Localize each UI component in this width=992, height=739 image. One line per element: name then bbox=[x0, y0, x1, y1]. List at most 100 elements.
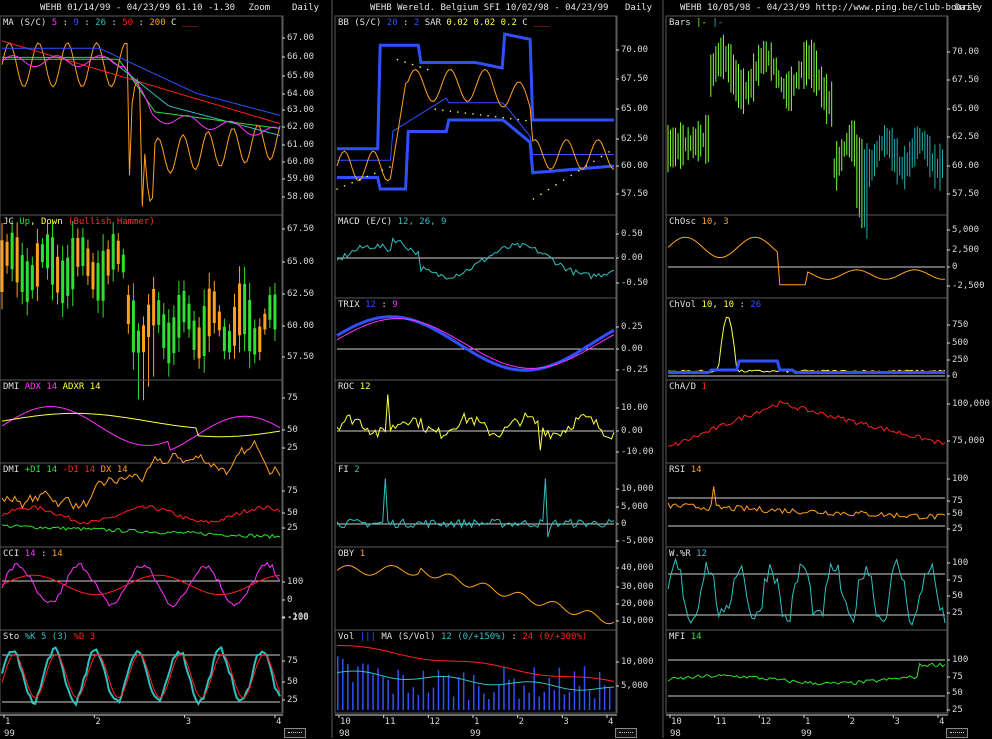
y-tick-label: 65.00 bbox=[952, 104, 980, 114]
volume-bar bbox=[548, 677, 551, 710]
panel-title-part: 14 bbox=[51, 549, 63, 559]
candle-body bbox=[192, 320, 196, 351]
panel-title-cci: CCI 14 : 14 bbox=[3, 549, 63, 560]
chart-workspace: WEHB 01/14/99 - 04/23/99 61.10 -1.30 Zoo… bbox=[0, 0, 992, 739]
y-tick-label: 100 bbox=[287, 577, 304, 587]
volume-bar bbox=[432, 687, 435, 710]
panel-title-part: Vol bbox=[338, 632, 360, 642]
candle-body bbox=[131, 300, 135, 353]
panel-title-part: CCI bbox=[3, 549, 25, 559]
y-tick-label: 66.00 bbox=[287, 52, 315, 62]
col2-info: Wereld. Belgium SFI 10/02/98 - 04/23/99 bbox=[397, 3, 609, 13]
candle-body bbox=[121, 254, 125, 273]
panel-title-part: 200 bbox=[149, 18, 166, 28]
panel-title-part: 14 bbox=[24, 549, 36, 559]
panel-title-part: 12 bbox=[365, 300, 376, 310]
zoom-button[interactable]: Zoom bbox=[249, 3, 271, 13]
sar-dot bbox=[449, 110, 452, 112]
sar-dot bbox=[555, 184, 557, 186]
panel-title-part: 2 bbox=[354, 465, 360, 475]
panel-title-part: ___ bbox=[527, 18, 550, 28]
col3-period-dropdown[interactable]: Daily bbox=[955, 2, 982, 15]
panel-roc[interactable] bbox=[334, 379, 619, 464]
candle-body bbox=[142, 325, 146, 353]
plus-di-green bbox=[1, 524, 281, 539]
candle-body bbox=[81, 237, 85, 267]
y-tick-label: 30,000 bbox=[621, 582, 654, 592]
panel-wr[interactable] bbox=[665, 546, 950, 631]
sar-dot bbox=[441, 109, 444, 111]
candle-body bbox=[116, 240, 120, 264]
y-tick-label: -10.00 bbox=[621, 447, 654, 457]
volume-bar bbox=[442, 675, 445, 710]
panel-title-part: 0.02 bbox=[468, 18, 496, 28]
y-tick-label: 100,000 bbox=[952, 399, 990, 409]
candle-body bbox=[106, 249, 110, 276]
panel-title-part: 26 bbox=[750, 300, 762, 310]
volume-bar bbox=[583, 666, 586, 710]
col1-info: 01/14/99 - 04/23/99 61.10 -1.30 bbox=[67, 3, 236, 13]
panel-title-part: MFI bbox=[669, 632, 691, 642]
panel-fi[interactable] bbox=[334, 462, 619, 548]
panel-title-part: ChA/D bbox=[669, 382, 702, 392]
panel-jc[interactable] bbox=[0, 214, 285, 401]
panel-bb[interactable] bbox=[334, 15, 619, 216]
panel-title-part: MA (S/C) bbox=[3, 18, 47, 28]
candle-body bbox=[15, 237, 19, 283]
volume-bar bbox=[422, 670, 425, 710]
panel-title-dmi2: DMI +DI 14 -DI 14 DX 14 bbox=[3, 465, 128, 476]
y-tick-label: 70.00 bbox=[621, 45, 649, 55]
volume-bar bbox=[457, 676, 460, 710]
panel-dmi2[interactable] bbox=[0, 439, 285, 548]
volume-bar bbox=[493, 692, 495, 710]
y-tick-label: 75,000 bbox=[952, 436, 985, 446]
col3-scroll-button[interactable] bbox=[946, 728, 968, 738]
y-tick-label: 0.25 bbox=[621, 322, 643, 332]
sar-dot bbox=[540, 193, 542, 196]
panel-mfi[interactable] bbox=[665, 629, 950, 714]
col1-scroll-button[interactable] bbox=[284, 728, 306, 738]
y-tick-label: 60.00 bbox=[621, 161, 649, 171]
panel-bars[interactable] bbox=[665, 15, 950, 239]
y-tick-label: 10.00 bbox=[621, 403, 649, 413]
y-tick-label: 75 bbox=[952, 496, 963, 506]
y-tick-label: 10,000 bbox=[621, 616, 654, 626]
candle-body bbox=[253, 328, 257, 355]
sar-dot bbox=[404, 61, 406, 63]
y-tick-label: 0.00 bbox=[621, 253, 643, 263]
panel-oby[interactable] bbox=[334, 546, 619, 631]
y-tick-label: 40,000 bbox=[621, 563, 654, 573]
panel-title-part: DX 14 bbox=[100, 465, 128, 475]
col2-scroll-button[interactable] bbox=[615, 728, 637, 738]
macd-cyan bbox=[336, 237, 615, 280]
panel-title-part: 10, 3 bbox=[701, 217, 729, 227]
x-tick-label: 10 bbox=[340, 717, 351, 727]
candle-body bbox=[177, 295, 181, 338]
rsi-orange bbox=[667, 486, 946, 520]
y-tick-label: 0 bbox=[287, 595, 293, 605]
volume-bar bbox=[608, 687, 611, 710]
candle-body bbox=[217, 311, 221, 331]
y-tick-label: 67.50 bbox=[621, 74, 649, 84]
panel-title-part: : bbox=[78, 18, 96, 28]
volume-bar bbox=[588, 690, 591, 710]
candle-body bbox=[30, 265, 34, 291]
y-tick-label: 5,000 bbox=[621, 502, 649, 512]
panel-title-ma: MA (S/C) 5 : 9 : 26 : 50 : 200 C ___ bbox=[3, 18, 198, 29]
col2-symbol: WEHB bbox=[370, 3, 392, 13]
col2-period-dropdown[interactable]: Daily bbox=[625, 2, 652, 15]
candle-body bbox=[136, 330, 140, 353]
chosc-orange bbox=[667, 236, 945, 286]
col2-header: WEHB Wereld. Belgium SFI 10/02/98 - 04/2… bbox=[370, 0, 608, 16]
panel-ma[interactable] bbox=[0, 15, 285, 216]
panel-chad[interactable] bbox=[665, 379, 950, 464]
fi-cyan bbox=[336, 478, 615, 538]
col1-period-dropdown[interactable]: Daily bbox=[292, 2, 319, 15]
panel-rsi[interactable] bbox=[665, 462, 950, 548]
sar-dot bbox=[472, 113, 474, 115]
y-tick-label: 62.50 bbox=[952, 132, 980, 142]
panel-title-part: Sto bbox=[3, 632, 25, 642]
y-tick-label: 25 bbox=[287, 523, 298, 533]
panel-title-bars: Bars |- |- bbox=[669, 18, 723, 29]
volume-bar bbox=[392, 693, 394, 710]
